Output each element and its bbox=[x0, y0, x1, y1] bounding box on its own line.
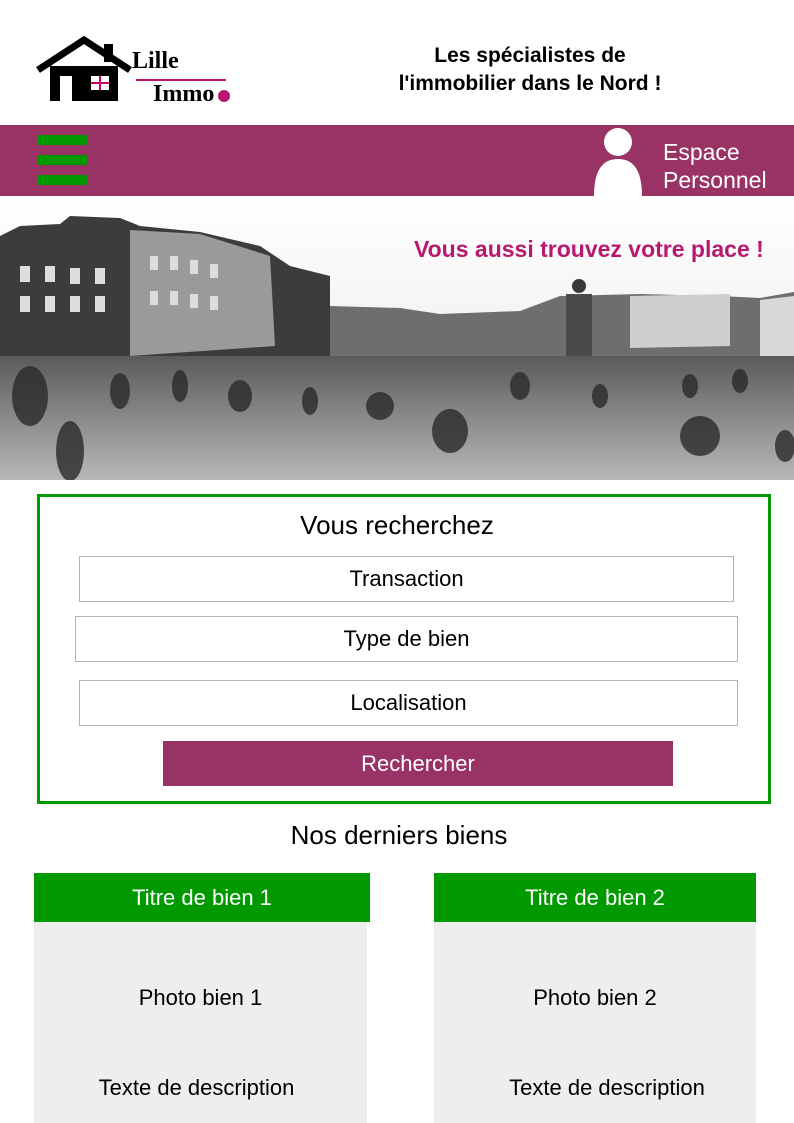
transaction-select[interactable]: Transaction bbox=[79, 556, 734, 602]
account-link[interactable]: Espace Personnel bbox=[663, 138, 767, 194]
tagline-line-1: Les spécialistes de bbox=[434, 44, 626, 67]
account-label-line-1: Espace bbox=[663, 139, 740, 165]
search-button[interactable]: Rechercher bbox=[163, 741, 673, 786]
property-type-select[interactable]: Type de bien bbox=[75, 616, 738, 662]
account-label-line-2: Personnel bbox=[663, 167, 767, 193]
hamburger-icon[interactable] bbox=[38, 135, 88, 187]
logo-text-top: Lille bbox=[132, 48, 179, 74]
logo-text-bottom: Immo bbox=[153, 81, 215, 107]
search-title: Vous recherchez bbox=[300, 510, 494, 540]
listing-1-description: Texte de description bbox=[98, 1075, 295, 1100]
listing-2-photo: Photo bien 2 bbox=[533, 985, 657, 1010]
listings-title: Nos derniers biens bbox=[290, 820, 508, 850]
site-tagline: Les spécialistes de l'immobilier dans le… bbox=[330, 42, 730, 98]
tagline-line-2: l'immobilier dans le Nord ! bbox=[398, 72, 662, 95]
listing-1-title[interactable]: Titre de bien 1 bbox=[34, 873, 370, 922]
user-icon[interactable] bbox=[592, 127, 644, 196]
listing-2-description: Texte de description bbox=[509, 1075, 705, 1100]
site-logo[interactable]: Lille Immo bbox=[36, 35, 236, 108]
listing-1-photo: Photo bien 1 bbox=[138, 985, 263, 1010]
banner-slogan: Vous aussi trouvez votre place ! bbox=[414, 236, 764, 262]
location-input[interactable]: Localisation bbox=[79, 680, 738, 726]
listing-2-title[interactable]: Titre de bien 2 bbox=[434, 873, 756, 922]
